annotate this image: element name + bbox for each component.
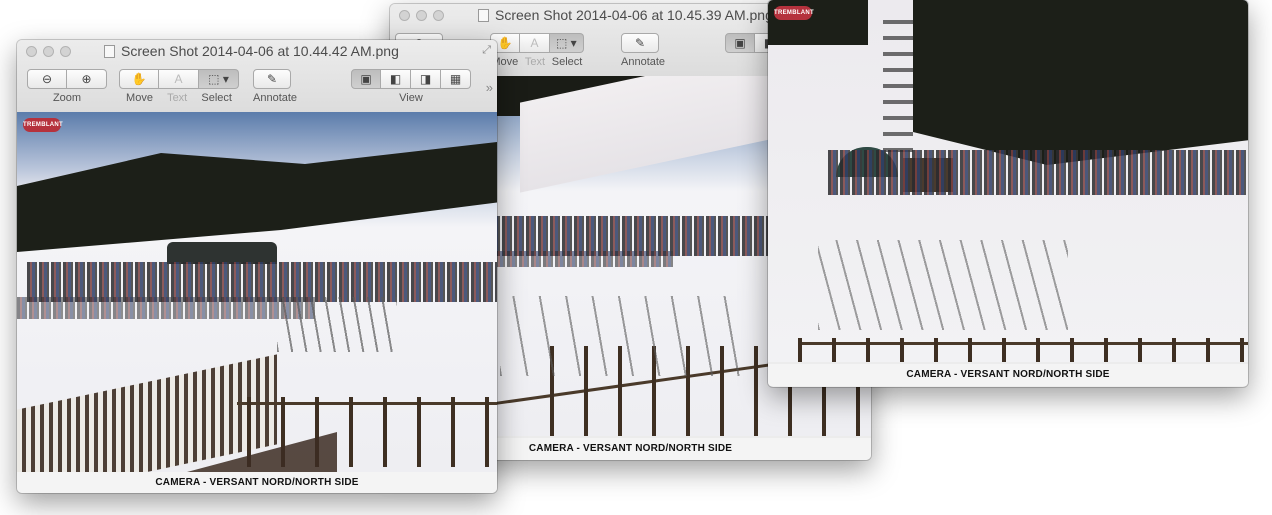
text-tool-button[interactable]: A (520, 33, 550, 53)
text-label: Text (167, 92, 188, 104)
view-label: View (399, 92, 423, 104)
view-single-icon: ▣ (734, 36, 746, 50)
move-tool-button[interactable]: ✋ (119, 69, 159, 89)
image-caption: CAMERA - VERSANT NORD/NORTH SIDE (768, 364, 1248, 386)
view-sidebar-button[interactable]: ◧ (381, 69, 411, 89)
view-sidebar-right-icon: ◨ (419, 72, 432, 86)
text-a-icon: A (174, 72, 183, 86)
select-label: Select (201, 92, 232, 104)
zoom-out-icon: ⊖ (41, 72, 53, 86)
select-tool-button[interactable]: ⬚ ▾ (199, 69, 239, 89)
traffic-lights (26, 46, 71, 57)
close-button[interactable] (26, 46, 37, 57)
annotate-button[interactable]: ✎ (253, 69, 291, 89)
zoom-in-icon: ⊕ (81, 72, 92, 86)
view-sidebar-right-button[interactable]: ◨ (411, 69, 441, 89)
text-label: Text (524, 56, 546, 68)
zoom-window-button[interactable] (60, 46, 71, 57)
tremblant-logo: TREMBLANT (23, 118, 63, 132)
hand-icon: ✋ (497, 36, 513, 50)
hand-icon: ✋ (131, 72, 147, 86)
document-icon (104, 45, 115, 58)
webcam-image: TREMBLANT (17, 112, 497, 472)
annotate-label: Annotate (253, 92, 298, 104)
toolbar-overflow-icon[interactable]: » (486, 80, 493, 95)
annotate-label: Annotate (621, 56, 666, 68)
zoom-label: Zoom (52, 92, 82, 104)
view-contact-sheet-button[interactable]: ▦ (441, 69, 471, 89)
webcam-image: TREMBLANT (768, 0, 1248, 362)
zoom-out-button[interactable]: ⊖ (27, 69, 67, 89)
image-caption: CAMERA - VERSANT NORD/NORTH SIDE (17, 472, 497, 493)
preview-window-1[interactable]: Screen Shot 2014-04-06 at 10.44.42 AM.pn… (17, 40, 497, 493)
view-sidebar-icon: ◧ (389, 72, 402, 86)
marquee-icon: ⬚ ▾ (556, 36, 577, 50)
zoom-window-button[interactable] (433, 10, 444, 21)
zoom-in-button[interactable]: ⊕ (67, 69, 107, 89)
view-single-icon: ▣ (360, 72, 372, 86)
select-label: Select (551, 56, 583, 68)
marquee-icon: ⬚ ▾ (208, 72, 229, 86)
minimize-button[interactable] (416, 10, 427, 21)
fullscreen-icon[interactable]: ⤢ (482, 44, 491, 57)
traffic-lights (399, 10, 444, 21)
text-tool-button[interactable]: A (159, 69, 199, 89)
close-button[interactable] (399, 10, 410, 21)
pencil-icon: ✎ (634, 36, 646, 50)
view-single-button[interactable]: ▣ (351, 69, 381, 89)
preview-window-3[interactable]: TREMBLANT CAMERA - VERSANT NORD/NORTH SI… (768, 0, 1248, 387)
view-single-button[interactable]: ▣ (725, 33, 755, 53)
text-a-icon: A (530, 36, 539, 50)
view-grid-icon: ▦ (449, 72, 462, 86)
minimize-button[interactable] (43, 46, 54, 57)
tremblant-logo: TREMBLANT (774, 6, 814, 20)
select-tool-button[interactable]: ⬚ ▾ (550, 33, 584, 53)
document-icon (478, 9, 489, 22)
move-label: Move (126, 92, 153, 104)
window-title: Screen Shot 2014-04-06 at 10.44.42 AM.pn… (104, 43, 457, 59)
pencil-icon: ✎ (266, 72, 278, 86)
annotate-button[interactable]: ✎ (621, 33, 659, 53)
